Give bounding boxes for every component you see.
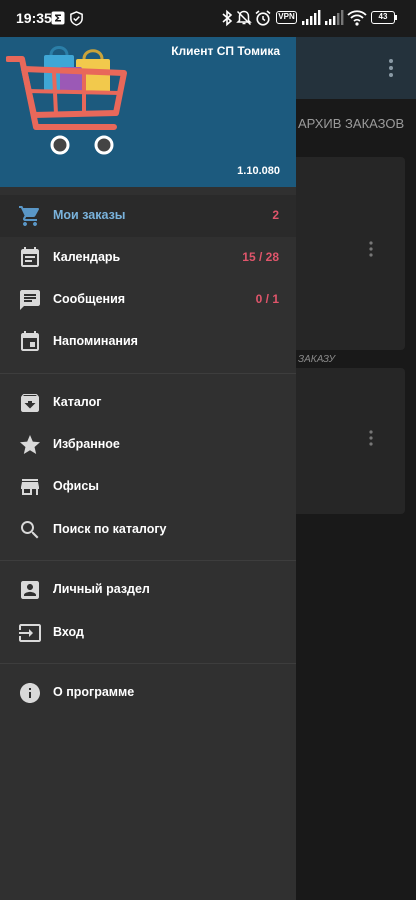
divider	[0, 560, 296, 561]
menu-item-about[interactable]: О программе	[0, 672, 296, 714]
status-time: 19:35	[16, 10, 52, 26]
order-card-text: ЗАКАЗУ	[298, 354, 336, 365]
card-menu-icon[interactable]	[368, 241, 374, 257]
menu-item-personal-area[interactable]: Личный раздел	[0, 569, 296, 611]
bell-off-icon	[236, 10, 252, 26]
menu-item-offices[interactable]: Офисы	[0, 466, 296, 508]
navigation-drawer: Клиент СП Томика 1.10.080 Мои заказы 2 К…	[0, 37, 296, 900]
menu-label: Личный раздел	[53, 582, 150, 596]
shopping-cart-logo-icon	[6, 46, 127, 155]
tab-orders-archive[interactable]: АРХИВ ЗАКАЗОВ	[298, 116, 404, 131]
menu-label: Каталог	[53, 395, 102, 409]
calendar-icon	[21, 247, 39, 267]
menu-item-favorites[interactable]: Избранное	[0, 424, 296, 466]
signal-icon-2	[325, 10, 344, 25]
shield-icon	[70, 11, 83, 26]
menu-label: О программе	[53, 685, 135, 699]
alarm-icon	[255, 10, 271, 26]
signal-icon-1	[302, 10, 321, 25]
reminder-icon	[21, 331, 39, 351]
app-version: 1.10.080	[237, 165, 280, 177]
menu-label: Офисы	[53, 479, 99, 493]
menu-item-catalog[interactable]: Каталог	[0, 382, 296, 424]
bluetooth-icon	[222, 9, 233, 27]
vpn-badge: VPN	[276, 11, 297, 24]
notification-sigma-icon	[51, 11, 65, 25]
divider	[0, 373, 296, 374]
status-bar: 19:35 VPN 43	[0, 0, 416, 37]
overflow-menu-icon[interactable]	[384, 57, 398, 79]
store-icon	[21, 479, 39, 495]
menu-item-calendar[interactable]: Календарь 15 / 28	[0, 237, 296, 279]
menu-item-login[interactable]: Вход	[0, 612, 296, 654]
menu-item-reminders[interactable]: Напоминания	[0, 321, 296, 363]
menu-label: Вход	[53, 625, 84, 639]
message-icon	[20, 290, 40, 310]
menu-label: Избранное	[53, 437, 120, 451]
battery-tip	[395, 15, 397, 20]
menu-label: Напоминания	[53, 334, 138, 348]
battery-indicator: 43	[371, 11, 395, 24]
card-menu-icon[interactable]	[368, 430, 374, 446]
menu-label: Календарь	[53, 250, 121, 264]
menu-label: Поиск по каталогу	[53, 522, 167, 536]
account-box-icon	[21, 581, 39, 599]
menu-count: 15 / 28	[242, 250, 279, 264]
cart-icon	[19, 206, 39, 226]
drawer-header: Клиент СП Томика 1.10.080	[0, 37, 296, 187]
star-icon	[20, 435, 40, 454]
login-icon	[19, 624, 41, 642]
menu-count: 0 / 1	[255, 292, 279, 306]
divider	[0, 663, 296, 664]
menu-count: 2	[272, 208, 279, 222]
archive-icon	[21, 394, 39, 412]
menu-label: Сообщения	[53, 292, 126, 306]
user-name: Клиент СП Томика	[171, 44, 280, 58]
wifi-icon	[347, 10, 367, 26]
search-icon	[21, 521, 39, 539]
menu-item-messages[interactable]: Сообщения 0 / 1	[0, 279, 296, 321]
menu-label: Мои заказы	[53, 208, 126, 222]
menu-item-catalog-search[interactable]: Поиск по каталогу	[0, 509, 296, 551]
menu-item-my-orders[interactable]: Мои заказы 2	[0, 195, 296, 237]
info-icon	[20, 683, 40, 703]
